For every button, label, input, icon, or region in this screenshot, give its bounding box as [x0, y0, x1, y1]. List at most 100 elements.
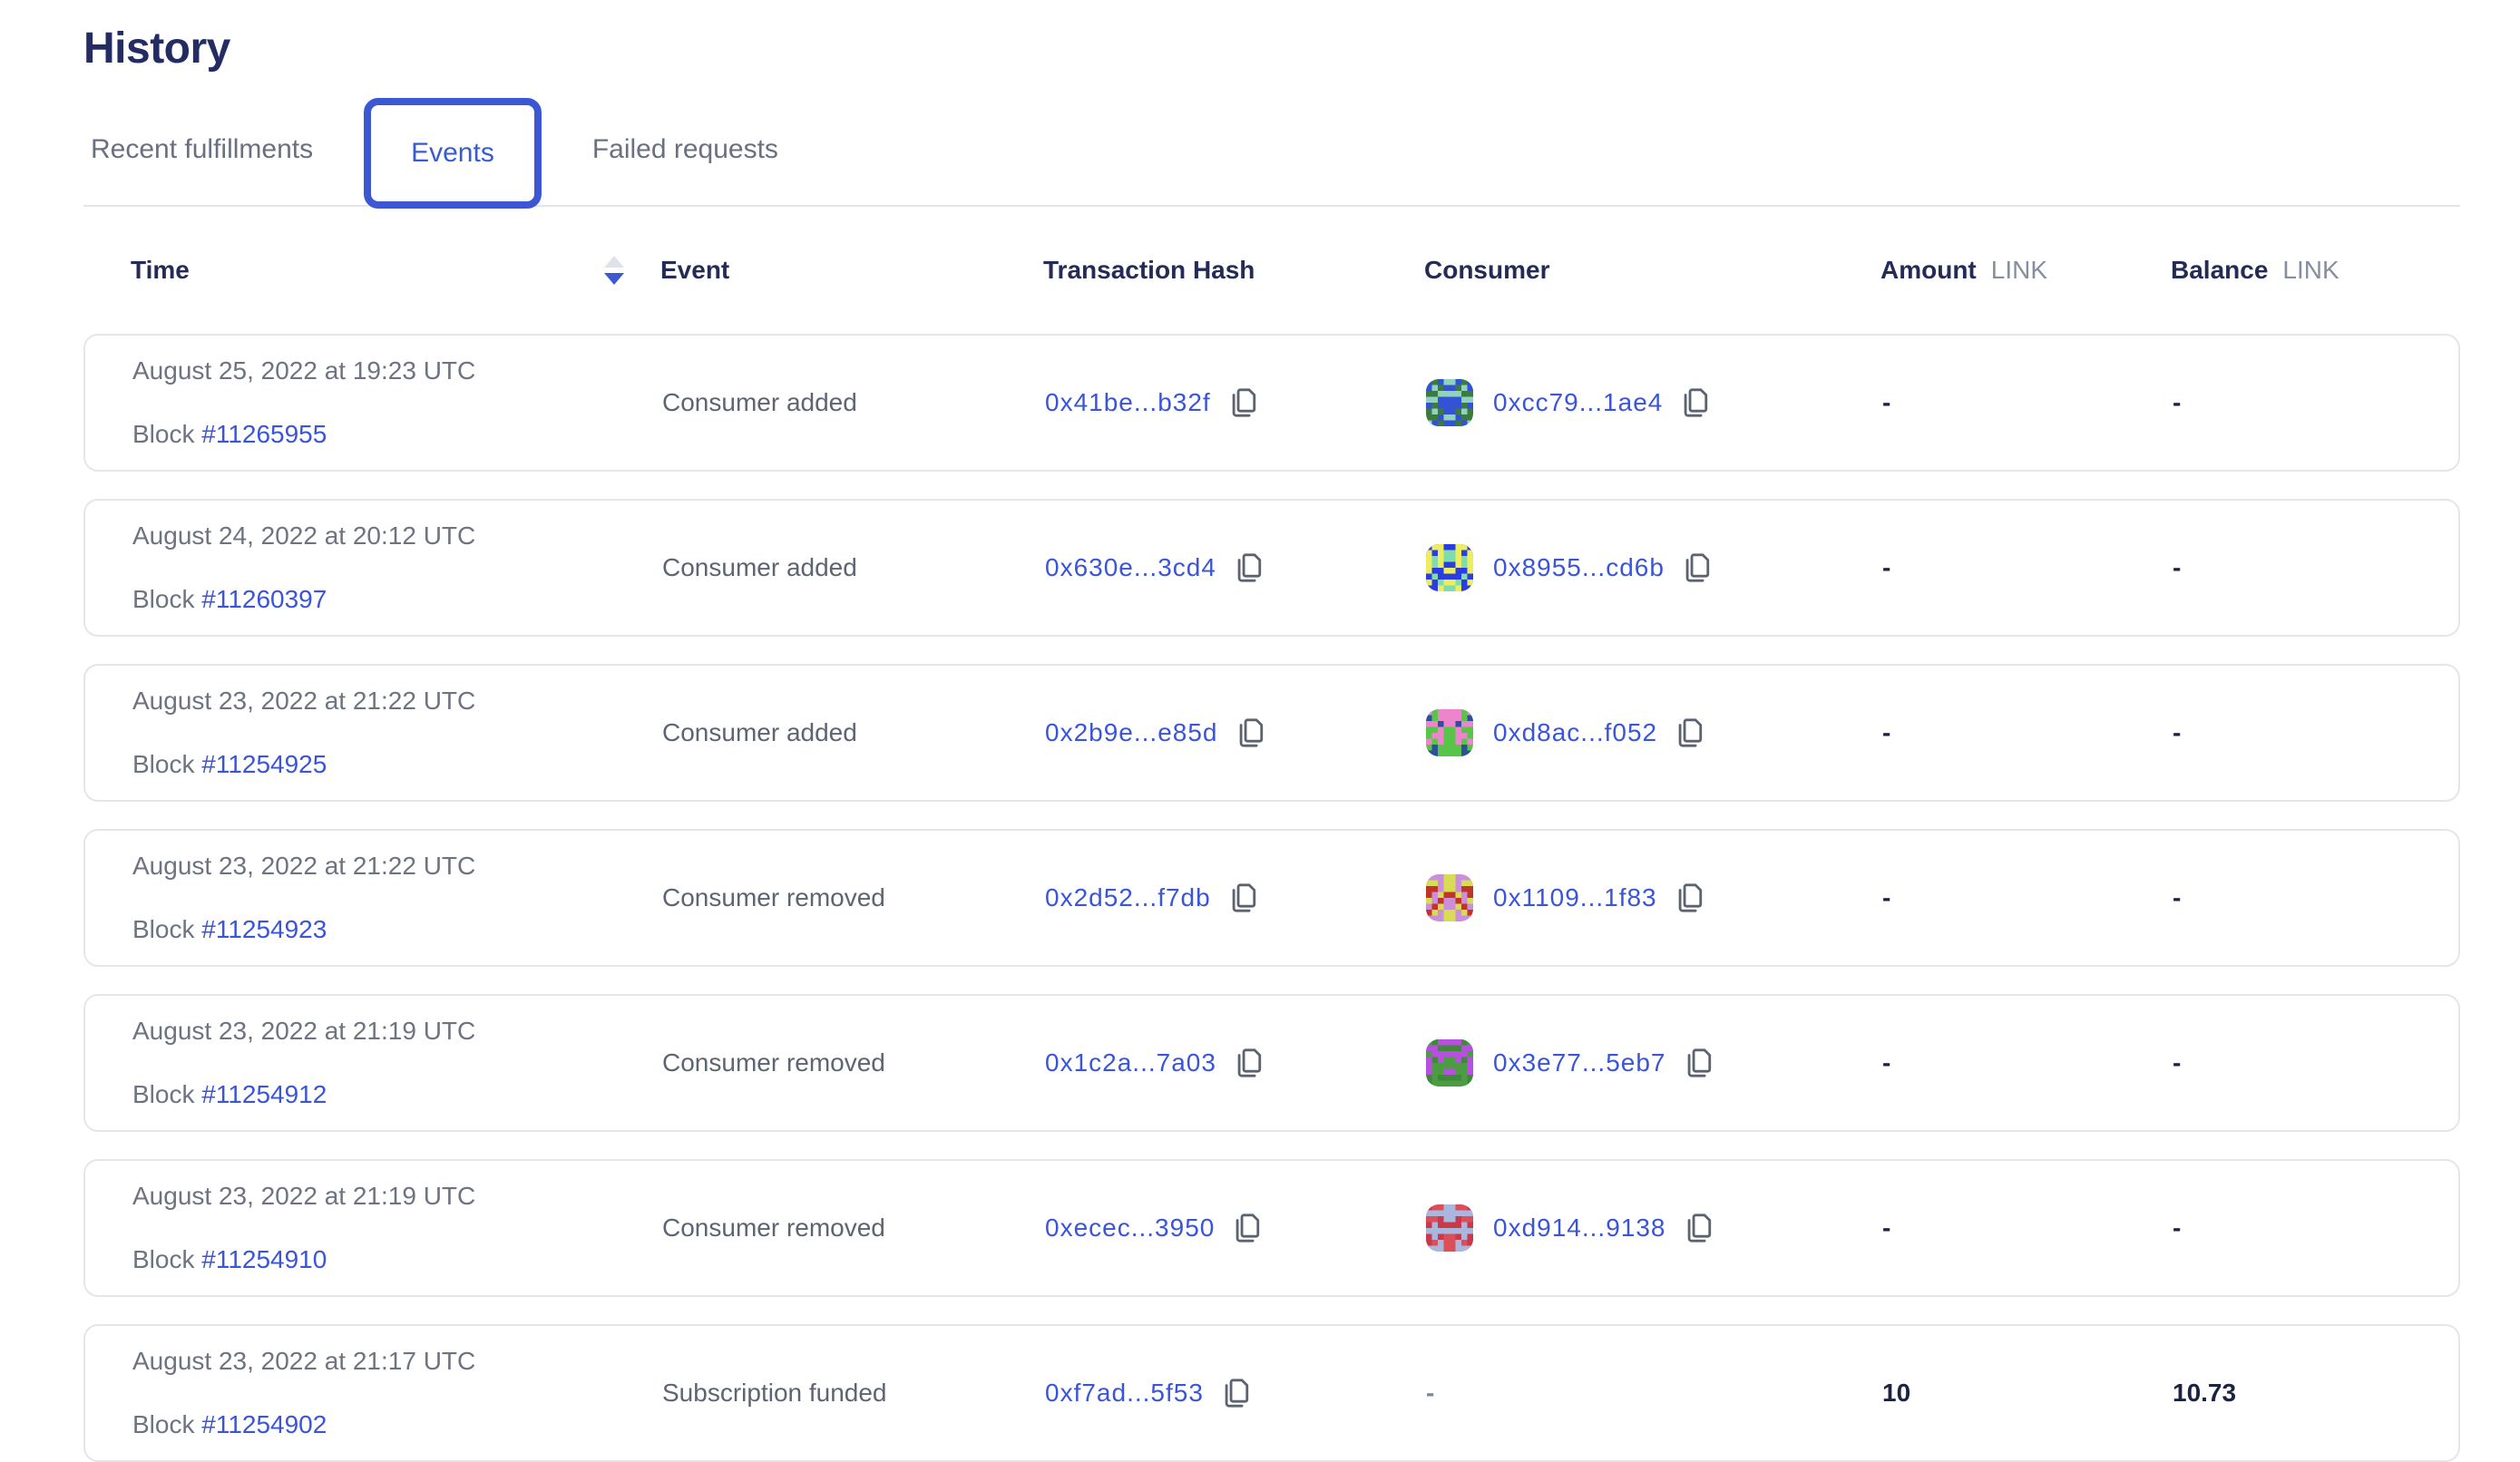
column-header-time: Time [131, 256, 660, 285]
consumer-address-link[interactable]: 0x1109...1f83 [1493, 883, 1657, 912]
event-type: Consumer added [662, 718, 1045, 747]
block-number-link[interactable]: #11254923 [201, 915, 327, 943]
copy-icon[interactable] [1233, 551, 1264, 585]
sort-up-icon [604, 256, 624, 268]
consumer-address-link[interactable]: 0xcc79...1ae4 [1493, 388, 1663, 417]
consumer-address-link[interactable]: 0x8955...cd6b [1493, 553, 1665, 582]
block-label: Block [132, 1245, 194, 1273]
copy-icon[interactable] [1683, 1046, 1714, 1080]
block-line: Block #11260397 [132, 587, 662, 612]
event-type: Consumer added [662, 553, 1045, 582]
block-number-link[interactable]: #11254925 [201, 750, 327, 778]
transaction-hash-link[interactable]: 0xf7ad...5f53 [1045, 1379, 1204, 1408]
consumer-cell: 0xcc79...1ae4 [1426, 379, 1882, 426]
transaction-hash-link[interactable]: 0x1c2a...7a03 [1045, 1048, 1216, 1077]
consumer-cell: 0x1109...1f83 [1426, 874, 1882, 921]
copy-icon[interactable] [1683, 1211, 1714, 1245]
transaction-hash-link[interactable]: 0xecec...3950 [1045, 1213, 1215, 1243]
amount-value: - [1882, 718, 2173, 747]
amount-value: - [1882, 1213, 2173, 1243]
tab-recent-fulfillments[interactable]: Recent fulfillments [83, 134, 320, 165]
consumer-identicon [1426, 544, 1473, 591]
copy-icon[interactable] [1227, 881, 1258, 915]
amount-value: - [1882, 883, 2173, 912]
block-number-link[interactable]: #11260397 [201, 585, 327, 613]
event-timestamp: August 23, 2022 at 21:22 UTC [132, 688, 662, 714]
transaction-hash-cell: 0x1c2a...7a03 [1045, 1046, 1426, 1080]
block-line: Block #11254925 [132, 752, 662, 777]
consumer-empty-value: - [1426, 1379, 1434, 1408]
consumer-address-link[interactable]: 0xd8ac...f052 [1493, 718, 1657, 747]
copy-icon[interactable] [1674, 881, 1704, 915]
event-row: August 23, 2022 at 21:19 UTC Block #1125… [83, 994, 2460, 1132]
event-row: August 25, 2022 at 19:23 UTC Block #1126… [83, 334, 2460, 472]
block-number-link[interactable]: #11254902 [201, 1410, 327, 1438]
column-header-balance: Balance LINK [2171, 256, 2413, 285]
amount-value: - [1882, 553, 2173, 582]
amount-header-label: Amount [1880, 256, 1977, 285]
amount-value: 10 [1882, 1379, 2173, 1408]
transaction-hash-link[interactable]: 0x41be...b32f [1045, 388, 1211, 417]
transaction-hash-cell: 0x41be...b32f [1045, 385, 1426, 420]
block-line: Block #11254910 [132, 1247, 662, 1272]
event-type: Consumer removed [662, 883, 1045, 912]
amount-value: - [1882, 388, 2173, 417]
copy-icon[interactable] [1235, 716, 1265, 750]
transaction-hash-cell: 0xecec...3950 [1045, 1211, 1426, 1245]
copy-icon[interactable] [1233, 1046, 1264, 1080]
copy-icon[interactable] [1231, 1211, 1262, 1245]
event-row: August 23, 2022 at 21:17 UTC Block #1125… [83, 1324, 2460, 1462]
block-line: Block #11265955 [132, 422, 662, 447]
consumer-cell: 0x8955...cd6b [1426, 544, 1882, 591]
event-timestamp: August 23, 2022 at 21:19 UTC [132, 1184, 662, 1209]
event-type: Consumer added [662, 388, 1045, 417]
event-type: Consumer removed [662, 1048, 1045, 1077]
consumer-address-link[interactable]: 0xd914...9138 [1493, 1213, 1666, 1243]
event-timestamp: August 23, 2022 at 21:19 UTC [132, 1019, 662, 1044]
transaction-hash-link[interactable]: 0x2b9e...e85d [1045, 718, 1218, 747]
block-number-link[interactable]: #11254912 [201, 1080, 327, 1108]
time-cell: August 23, 2022 at 21:19 UTC Block #1125… [132, 1184, 662, 1272]
consumer-cell: 0xd914...9138 [1426, 1204, 1882, 1252]
transaction-hash-cell: 0x2b9e...e85d [1045, 716, 1426, 750]
consumer-address-link[interactable]: 0x3e77...5eb7 [1493, 1048, 1666, 1077]
page-title: History [83, 24, 2460, 74]
time-header-label: Time [131, 256, 190, 285]
transaction-hash-cell: 0x2d52...f7db [1045, 881, 1426, 915]
event-row: August 23, 2022 at 21:22 UTC Block #1125… [83, 829, 2460, 967]
table-body: August 25, 2022 at 19:23 UTC Block #1126… [83, 334, 2460, 1462]
history-tabs: Recent fulfillments Events Failed reques… [83, 94, 2460, 207]
event-timestamp: August 25, 2022 at 19:23 UTC [132, 358, 662, 384]
balance-value: 10.73 [2173, 1379, 2411, 1408]
event-row: August 24, 2022 at 20:12 UTC Block #1126… [83, 499, 2460, 637]
copy-icon[interactable] [1674, 716, 1704, 750]
block-line: Block #11254902 [132, 1412, 662, 1438]
block-label: Block [132, 585, 194, 613]
copy-icon[interactable] [1220, 1376, 1251, 1410]
tab-failed-requests[interactable]: Failed requests [585, 134, 786, 165]
block-number-link[interactable]: #11254910 [201, 1245, 327, 1273]
event-timestamp: August 23, 2022 at 21:22 UTC [132, 853, 662, 879]
transaction-hash-cell: 0x630e...3cd4 [1045, 551, 1426, 585]
event-timestamp: August 23, 2022 at 21:17 UTC [132, 1349, 662, 1374]
block-label: Block [132, 1410, 194, 1438]
event-timestamp: August 24, 2022 at 20:12 UTC [132, 523, 662, 549]
amount-value: - [1882, 1048, 2173, 1077]
copy-icon[interactable] [1227, 385, 1258, 420]
block-number-link[interactable]: #11265955 [201, 420, 327, 448]
block-line: Block #11254912 [132, 1082, 662, 1107]
time-cell: August 23, 2022 at 21:17 UTC Block #1125… [132, 1349, 662, 1438]
copy-icon[interactable] [1679, 385, 1710, 420]
sort-indicator[interactable] [604, 256, 624, 285]
transaction-hash-link[interactable]: 0x630e...3cd4 [1045, 553, 1216, 582]
amount-unit-label: LINK [1991, 256, 2047, 285]
balance-value: - [2173, 1048, 2411, 1077]
column-header-transaction-hash: Transaction Hash [1043, 256, 1424, 285]
history-page: History Recent fulfillments Events Faile… [0, 0, 2520, 1462]
tab-events[interactable]: Events [364, 98, 542, 209]
copy-icon[interactable] [1681, 551, 1712, 585]
transaction-hash-link[interactable]: 0x2d52...f7db [1045, 883, 1211, 912]
column-header-amount: Amount LINK [1880, 256, 2171, 285]
balance-value: - [2173, 553, 2411, 582]
block-label: Block [132, 915, 194, 943]
